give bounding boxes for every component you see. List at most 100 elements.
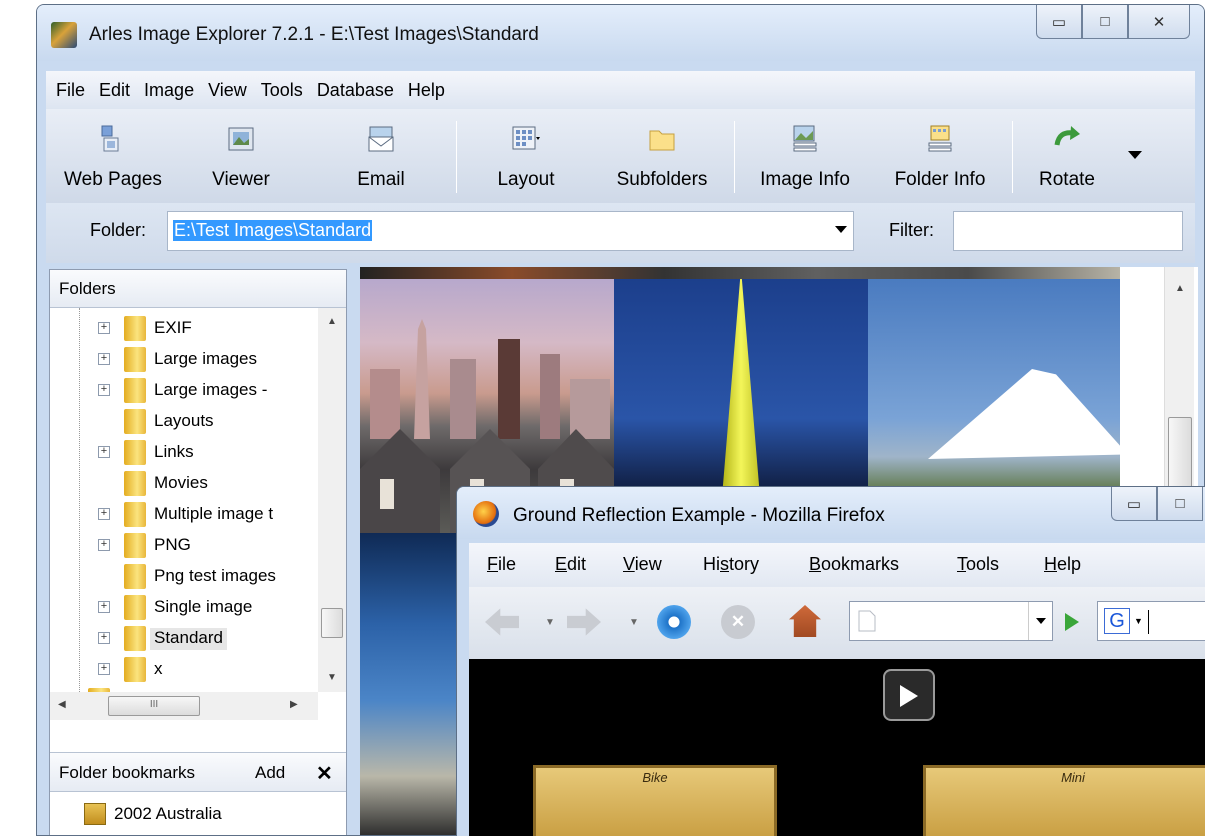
menu-help[interactable]: Help [408, 80, 445, 101]
firefox-menu-tools[interactable]: Tools [957, 554, 999, 575]
toolbar-overflow-dropdown[interactable] [1128, 151, 1142, 159]
tree-item[interactable]: + EXIF [50, 313, 318, 343]
reload-icon[interactable] [657, 605, 691, 639]
menu-file[interactable]: File [56, 80, 85, 101]
maximize-button[interactable]: □ [1082, 5, 1128, 39]
bookmark-label: 2002 Australia [114, 804, 222, 823]
web-pages-button[interactable]: Web Pages [56, 113, 170, 197]
tree-horizontal-scrollbar[interactable]: ◀ III ▶ [50, 692, 318, 720]
close-button[interactable]: ✕ [1128, 5, 1190, 39]
scroll-thumb[interactable] [321, 608, 343, 638]
tree-item-label: Png test images [154, 566, 276, 585]
tree-item[interactable]: + Large images [50, 344, 318, 374]
menu-view[interactable]: View [208, 80, 247, 101]
tree-item[interactable]: + Multiple image t [50, 499, 318, 529]
tree-item[interactable]: Png test images [50, 561, 318, 591]
rotate-button[interactable]: Rotate [1026, 113, 1108, 197]
firefox-maximize-button[interactable]: □ [1157, 487, 1203, 521]
expand-icon[interactable]: + [98, 601, 110, 613]
home-icon[interactable] [789, 605, 821, 637]
chevron-down-icon[interactable] [835, 226, 847, 233]
scroll-thumb[interactable] [1168, 417, 1192, 497]
firefox-menu-view[interactable]: View [623, 554, 662, 575]
tree-vertical-scrollbar[interactable]: ▲ ▼ [318, 308, 346, 692]
firefox-minimize-button[interactable]: ▭ [1111, 487, 1157, 521]
page-icon [858, 610, 876, 632]
folder-icon [124, 502, 146, 527]
scroll-down-icon[interactable]: ▼ [327, 672, 337, 683]
folder-combo-box[interactable]: E:\Test Images\Standard [167, 211, 854, 251]
firefox-menu-file[interactable]: File [487, 554, 516, 575]
menu-tools[interactable]: Tools [261, 80, 303, 101]
scroll-left-icon[interactable]: ◀ [58, 699, 66, 710]
window-title: Arles Image Explorer 7.2.1 - E:\Test Ima… [89, 24, 539, 45]
stop-icon[interactable]: ✕ [721, 605, 755, 639]
tree-item[interactable]: Layouts [50, 406, 318, 436]
tree-item-label: EXIF [154, 318, 192, 337]
tree-item[interactable]: + PNG [50, 530, 318, 560]
scroll-right-icon[interactable]: ▶ [290, 699, 298, 710]
forward-arrow-icon[interactable] [567, 608, 601, 636]
tree-item-label: Movies [154, 473, 208, 492]
firefox-menu-help[interactable]: Help [1044, 554, 1081, 575]
firefox-menu-history[interactable]: History [703, 554, 759, 575]
next-arrow-icon[interactable] [883, 669, 935, 721]
expand-icon[interactable]: + [98, 632, 110, 644]
scroll-up-icon[interactable]: ▲ [1175, 283, 1185, 294]
minimize-button[interactable]: ▭ [1036, 5, 1082, 39]
firefox-menu-edit[interactable]: Edit [555, 554, 586, 575]
tree-item[interactable]: + Single image [50, 592, 318, 622]
url-history-dropdown[interactable] [1028, 602, 1052, 640]
scroll-thumb[interactable]: III [108, 696, 200, 716]
folder-path-value[interactable]: E:\Test Images\Standard [173, 220, 373, 241]
tree-item-label: Multiple image t [154, 504, 274, 523]
tree-item[interactable]: + Links [50, 437, 318, 467]
expand-icon[interactable]: + [98, 663, 110, 675]
google-search-engine-icon[interactable]: G [1104, 608, 1130, 634]
back-arrow-icon[interactable] [485, 608, 519, 636]
expand-icon[interactable]: + [98, 446, 110, 458]
tree-item[interactable]: Movies [50, 468, 318, 498]
folder-icon [124, 471, 146, 496]
folder-bookmarks-header: Folder bookmarks Add ✕ [50, 752, 346, 792]
menu-database[interactable]: Database [317, 80, 394, 101]
go-arrow-icon[interactable] [1065, 613, 1079, 631]
expand-icon[interactable]: + [98, 539, 110, 551]
folder-icon [124, 533, 146, 558]
expand-icon[interactable]: + [98, 322, 110, 334]
expand-icon[interactable]: + [98, 508, 110, 520]
tree-item[interactable]: + Large images - [50, 375, 318, 405]
menu-image[interactable]: Image [144, 80, 194, 101]
menu-edit[interactable]: Edit [99, 80, 130, 101]
photo-frame[interactable]: Bike [533, 765, 777, 836]
expand-icon[interactable]: + [98, 384, 110, 396]
email-button[interactable]: Email [336, 113, 426, 197]
search-input[interactable]: G ▼ [1097, 601, 1205, 641]
tree-item-label: Large images - [154, 380, 268, 399]
folder-info-button[interactable]: Folder Info [880, 113, 1000, 197]
rotate-arrow-icon [1054, 126, 1080, 146]
thumbnail-image[interactable] [360, 267, 1120, 279]
subfolders-button[interactable]: Subfolders [602, 113, 722, 197]
tree-item[interactable]: +Tools [50, 685, 318, 692]
expand-icon[interactable]: + [98, 353, 110, 365]
layout-button[interactable]: Layout [476, 113, 576, 197]
url-input[interactable] [849, 601, 1053, 641]
thumbnail-image[interactable] [360, 533, 460, 835]
folder-icon [124, 626, 146, 651]
scroll-up-icon[interactable]: ▲ [327, 316, 337, 327]
viewer-button[interactable]: Viewer [196, 113, 286, 197]
tree-item[interactable]: + x [50, 654, 318, 684]
image-info-label: Image Info [760, 169, 850, 190]
forward-history-dropdown-icon[interactable]: ▼ [629, 617, 639, 628]
close-bookmarks-button[interactable]: ✕ [316, 761, 333, 786]
viewer-label: Viewer [212, 169, 270, 190]
photo-frame[interactable]: Mini [923, 765, 1205, 836]
back-history-dropdown-icon[interactable]: ▼ [545, 617, 555, 628]
firefox-menu-bookmarks[interactable]: Bookmarks [809, 554, 899, 575]
tree-item[interactable]: + Standard [50, 623, 318, 653]
add-bookmark-button[interactable]: Add [255, 763, 285, 783]
image-info-button[interactable]: Image Info [742, 113, 868, 197]
filter-input[interactable] [953, 211, 1183, 251]
search-engine-dropdown-icon[interactable]: ▼ [1134, 616, 1143, 626]
